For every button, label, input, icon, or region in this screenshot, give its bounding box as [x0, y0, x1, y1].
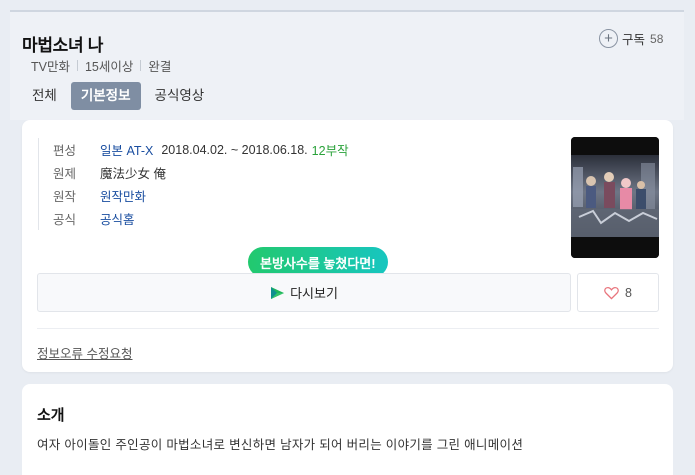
source-link[interactable]: 원작만화	[100, 186, 146, 205]
meta-genre: TV만화	[31, 60, 70, 74]
info-key: 원제	[53, 167, 77, 181]
report-error-link[interactable]: 정보오류 수정요청	[37, 343, 132, 362]
info-key: 편성	[53, 144, 77, 158]
tab-all[interactable]: 전체	[24, 82, 65, 110]
official-site-link[interactable]: 공식홈	[100, 209, 135, 228]
tab-official-video[interactable]: 공식영상	[147, 82, 213, 110]
rewatch-button[interactable]: 다시보기	[37, 273, 571, 312]
heart-icon	[604, 286, 619, 300]
info-row-original-title: 원제 魔法少女 俺	[53, 161, 349, 184]
intro-card	[22, 384, 673, 475]
plus-icon: +	[599, 29, 618, 48]
subscribe-label: 구독	[622, 33, 646, 47]
info-row-source: 원작 원작만화	[53, 184, 349, 207]
info-key: 원작	[53, 190, 77, 204]
meta-divider	[140, 60, 142, 71]
original-title: 魔法少女 俺	[100, 167, 166, 181]
divider	[37, 328, 659, 329]
meta-rating: 15세이상	[84, 60, 134, 74]
broadcast-channel-link[interactable]: 일본 AT-X	[100, 140, 153, 159]
meta-status: 완결	[148, 60, 172, 74]
broadcast-dates: 2018.04.02. ~ 2018.06.18.	[161, 142, 308, 157]
tab-basic-info[interactable]: 기본정보	[70, 82, 141, 110]
info-row-broadcast: 편성 일본 AT-X 2018.04.02. ~ 2018.06.18. 12부…	[53, 138, 349, 161]
info-row-official: 공식 공식홈	[53, 207, 349, 230]
info-list: 편성 일본 AT-X 2018.04.02. ~ 2018.06.18. 12부…	[38, 138, 349, 230]
poster-image[interactable]	[571, 137, 659, 258]
poster-artwork	[571, 137, 659, 258]
play-icon	[271, 286, 285, 299]
intro-title: 소개	[37, 407, 65, 424]
subscribe-button[interactable]: + 구독 58	[599, 29, 663, 48]
like-button[interactable]: 8	[577, 273, 659, 312]
page-title: 마법소녀 나	[22, 36, 104, 55]
meta-line: TV만화 15세이상 완결	[31, 56, 171, 75]
rewatch-label: 다시보기	[290, 286, 338, 301]
like-count: 8	[625, 285, 632, 300]
subscribe-count: 58	[650, 31, 664, 46]
tab-bar: 전체 기본정보 공식영상	[24, 82, 218, 110]
meta-divider	[76, 60, 78, 71]
intro-text: 여자 아이돌인 주인공이 마법소녀로 변신하면 남자가 되어 버리는 이야기를 …	[37, 438, 524, 452]
info-key: 공식	[53, 213, 77, 227]
episode-count: 12부작	[311, 144, 349, 158]
